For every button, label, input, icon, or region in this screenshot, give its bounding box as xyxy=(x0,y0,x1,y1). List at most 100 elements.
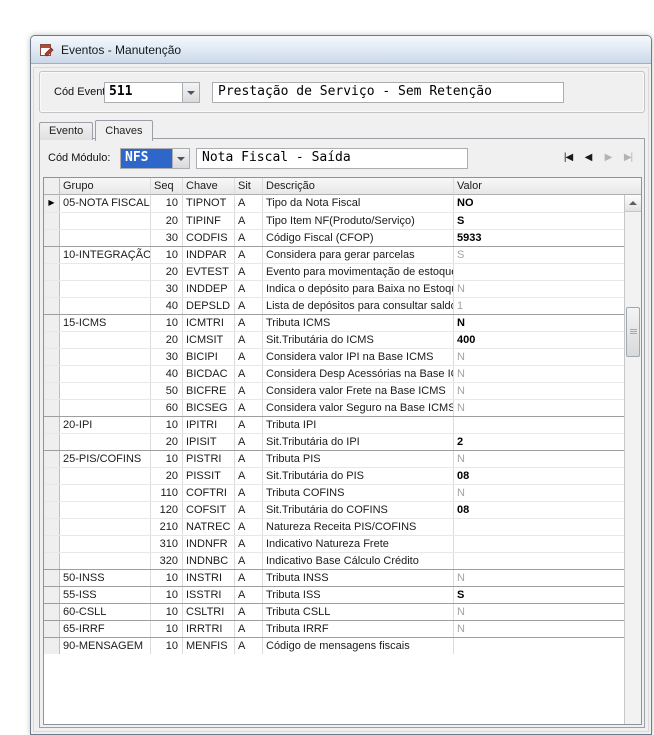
cell-valor[interactable]: 400 xyxy=(454,332,624,348)
cell-valor[interactable]: S xyxy=(454,247,624,263)
cell-sit[interactable]: A xyxy=(235,621,263,637)
cell-descricao[interactable]: Tributa INSS xyxy=(263,570,454,586)
table-row[interactable]: 10-INTEGRAÇÃO10INDPARAConsidera para ger… xyxy=(44,246,624,263)
cell-sit[interactable]: A xyxy=(235,298,263,314)
row-indicator-cell[interactable] xyxy=(44,536,60,552)
cell-valor[interactable] xyxy=(454,264,624,280)
cell-descricao[interactable]: Considera valor Frete na Base ICMS xyxy=(263,383,454,399)
cell-valor[interactable] xyxy=(454,553,624,569)
cell-sit[interactable]: A xyxy=(235,536,263,552)
cell-sit[interactable]: A xyxy=(235,332,263,348)
cell-chave[interactable]: BICDAC xyxy=(183,366,235,382)
table-row[interactable]: 90-MENSAGEM10MENFISACódigo de mensagens … xyxy=(44,637,624,654)
cell-sit[interactable]: A xyxy=(235,604,263,620)
cell-valor[interactable]: S xyxy=(454,587,624,603)
cell-chave[interactable]: TIPINF xyxy=(183,213,235,229)
cell-chave[interactable]: COFTRI xyxy=(183,485,235,501)
cell-valor[interactable]: N xyxy=(454,349,624,365)
cell-sit[interactable]: A xyxy=(235,434,263,450)
cell-descricao[interactable]: Tributa IRRF xyxy=(263,621,454,637)
table-row[interactable]: ▶05-NOTA FISCAL10TIPNOTATipo da Nota Fis… xyxy=(44,195,624,212)
table-row[interactable]: 30CODFISACódigo Fiscal (CFOP)5933 xyxy=(44,229,624,246)
cell-descricao[interactable]: Código Fiscal (CFOP) xyxy=(263,230,454,246)
cell-descricao[interactable]: Sit.Tributária do COFINS xyxy=(263,502,454,518)
row-indicator-cell[interactable] xyxy=(44,298,60,314)
cell-valor[interactable]: S xyxy=(454,213,624,229)
row-indicator-cell[interactable] xyxy=(44,604,60,620)
cell-seq[interactable]: 20 xyxy=(151,434,183,450)
cod-evento-dropdown-button[interactable] xyxy=(182,83,199,102)
cell-sit[interactable]: A xyxy=(235,247,263,263)
table-row[interactable]: 20EVTESTAEvento para movimentação de est… xyxy=(44,263,624,280)
cell-sit[interactable]: A xyxy=(235,485,263,501)
tab-evento[interactable]: Evento xyxy=(39,122,93,140)
cell-grupo[interactable] xyxy=(60,485,151,501)
cell-sit[interactable]: A xyxy=(235,468,263,484)
cell-descricao[interactable]: Tributa ICMS xyxy=(263,315,454,331)
row-indicator-cell[interactable] xyxy=(44,434,60,450)
cell-descricao[interactable]: Tipo da Nota Fiscal xyxy=(263,195,454,212)
vertical-scrollbar[interactable] xyxy=(624,195,641,724)
table-row[interactable]: 50-INSS10INSTRIATributa INSSN xyxy=(44,569,624,586)
table-row[interactable]: 20TIPINFATipo Item NF(Produto/Serviço)S xyxy=(44,212,624,229)
table-row[interactable]: 40DEPSLDALista de depósitos para consult… xyxy=(44,297,624,314)
cell-sit[interactable]: A xyxy=(235,451,263,467)
cell-sit[interactable]: A xyxy=(235,195,263,212)
row-indicator-cell[interactable] xyxy=(44,247,60,263)
cell-seq[interactable]: 10 xyxy=(151,604,183,620)
cell-descricao[interactable]: Natureza Receita PIS/COFINS xyxy=(263,519,454,535)
cell-descricao[interactable]: Indica o depósito para Baixa no Estoque xyxy=(263,281,454,297)
cell-chave[interactable]: MENFIS xyxy=(183,638,235,654)
cell-grupo[interactable] xyxy=(60,553,151,569)
cod-modulo-dropdown-button[interactable] xyxy=(172,149,189,168)
cell-valor[interactable]: N xyxy=(454,281,624,297)
cell-seq[interactable]: 10 xyxy=(151,638,183,654)
cell-valor[interactable]: N xyxy=(454,570,624,586)
tab-chaves[interactable]: Chaves xyxy=(95,120,152,141)
cell-chave[interactable]: NATREC xyxy=(183,519,235,535)
cell-grupo[interactable]: 25-PIS/COFINS xyxy=(60,451,151,467)
cell-grupo[interactable] xyxy=(60,383,151,399)
cell-valor[interactable]: N xyxy=(454,621,624,637)
row-indicator-cell[interactable] xyxy=(44,621,60,637)
cell-grupo[interactable] xyxy=(60,536,151,552)
cell-chave[interactable]: ISSTRI xyxy=(183,587,235,603)
cell-chave[interactable]: INDNFR xyxy=(183,536,235,552)
cell-descricao[interactable]: Considera valor Seguro na Base ICMS xyxy=(263,400,454,416)
cell-valor[interactable] xyxy=(454,536,624,552)
cell-seq[interactable]: 110 xyxy=(151,485,183,501)
row-indicator-cell[interactable] xyxy=(44,383,60,399)
cell-chave[interactable]: DEPSLD xyxy=(183,298,235,314)
row-indicator-cell[interactable] xyxy=(44,315,60,331)
title-bar[interactable]: Eventos - Manutenção xyxy=(31,36,651,64)
cell-grupo[interactable]: 90-MENSAGEM xyxy=(60,638,151,654)
cell-valor[interactable]: N xyxy=(454,604,624,620)
table-row[interactable]: 60BICSEGAConsidera valor Seguro na Base … xyxy=(44,399,624,416)
cell-seq[interactable]: 40 xyxy=(151,366,183,382)
table-row[interactable]: 20IPISITASit.Tributária do IPI2 xyxy=(44,433,624,450)
cell-valor[interactable]: N xyxy=(454,485,624,501)
evento-description-field[interactable]: Prestação de Serviço - Sem Retenção xyxy=(212,82,564,103)
table-row[interactable]: 310INDNFRAIndicativo Natureza Frete xyxy=(44,535,624,552)
table-row[interactable]: 55-ISS10ISSTRIATributa ISSS xyxy=(44,586,624,603)
table-row[interactable]: 60-CSLL10CSLTRIATributa CSLLN xyxy=(44,603,624,620)
column-header-valor[interactable]: Valor xyxy=(454,178,641,195)
row-indicator-cell[interactable] xyxy=(44,230,60,246)
cell-sit[interactable]: A xyxy=(235,281,263,297)
cell-grupo[interactable] xyxy=(60,434,151,450)
cell-grupo[interactable]: 10-INTEGRAÇÃO xyxy=(60,247,151,263)
cell-chave[interactable]: INSTRI xyxy=(183,570,235,586)
row-indicator-cell[interactable] xyxy=(44,213,60,229)
cell-descricao[interactable]: Código de mensagens fiscais xyxy=(263,638,454,654)
cell-chave[interactable]: BICSEG xyxy=(183,400,235,416)
table-row[interactable]: 210NATRECANatureza Receita PIS/COFINS xyxy=(44,518,624,535)
cell-valor[interactable]: 2 xyxy=(454,434,624,450)
row-indicator-cell[interactable] xyxy=(44,638,60,654)
cell-chave[interactable]: INDPAR xyxy=(183,247,235,263)
row-indicator-cell[interactable] xyxy=(44,332,60,348)
cell-seq[interactable]: 30 xyxy=(151,230,183,246)
row-indicator-cell[interactable] xyxy=(44,570,60,586)
cod-evento-value[interactable]: 511 xyxy=(105,83,182,102)
cell-grupo[interactable] xyxy=(60,332,151,348)
cell-seq[interactable]: 10 xyxy=(151,247,183,263)
